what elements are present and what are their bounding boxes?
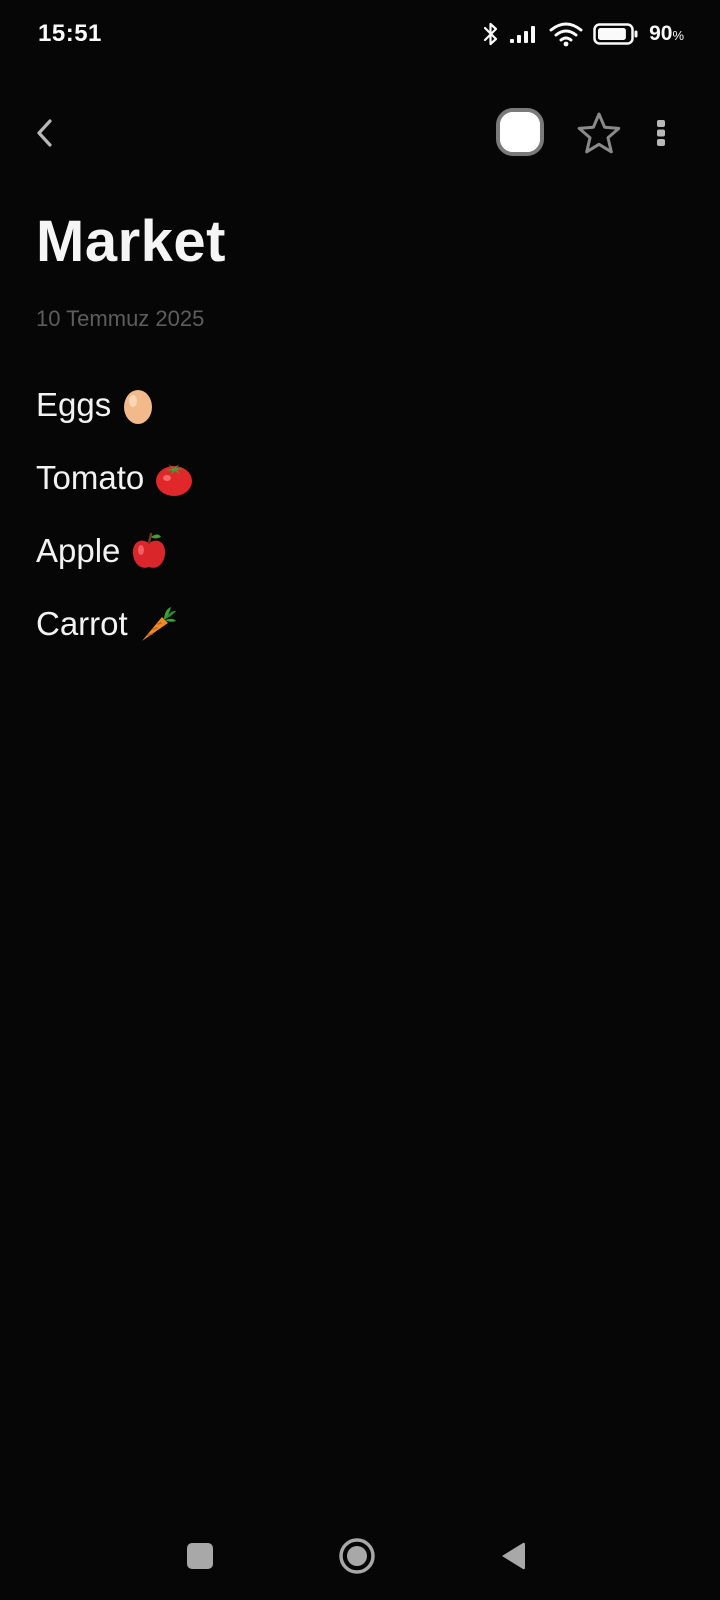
star-outline-icon bbox=[577, 112, 621, 154]
battery-icon bbox=[593, 22, 639, 46]
note-line-text: Carrot bbox=[36, 604, 128, 642]
note-title[interactable]: Market bbox=[36, 208, 226, 275]
note-body[interactable]: Eggs Tomato Apple Carrot bbox=[36, 368, 686, 660]
status-icons: 90% bbox=[483, 21, 684, 47]
status-bar: 15:51 90% bbox=[0, 0, 720, 68]
note-line-text: Eggs bbox=[36, 385, 112, 423]
status-time: 15:51 bbox=[38, 20, 102, 47]
back-button[interactable] bbox=[22, 110, 68, 156]
more-options-button[interactable] bbox=[646, 110, 676, 156]
recents-button[interactable] bbox=[172, 1528, 228, 1584]
note-screen: 15:51 90% Market 10 Temmuz 2025 Eggs Tom… bbox=[0, 0, 720, 1600]
note-line-text: Tomato bbox=[36, 458, 145, 496]
note-toolbar bbox=[0, 100, 720, 166]
chevron-left-icon bbox=[37, 119, 52, 147]
tomato-icon bbox=[154, 459, 194, 497]
note-color-swatch bbox=[500, 112, 540, 152]
note-color-button[interactable] bbox=[496, 108, 544, 156]
note-line[interactable]: Eggs bbox=[36, 368, 686, 441]
bluetooth-icon bbox=[483, 21, 499, 47]
triangle-back-icon bbox=[502, 1542, 525, 1570]
note-line[interactable]: Apple bbox=[36, 514, 686, 587]
square-icon bbox=[187, 1543, 213, 1569]
apple-icon bbox=[130, 531, 168, 571]
note-line-text: Apple bbox=[36, 531, 121, 569]
circle-icon bbox=[339, 1538, 375, 1574]
note-line[interactable]: Tomato bbox=[36, 441, 686, 514]
more-vertical-icon bbox=[657, 120, 665, 146]
carrot-icon bbox=[138, 604, 178, 644]
wifi-icon bbox=[549, 21, 583, 47]
nav-back-button[interactable] bbox=[484, 1528, 540, 1584]
note-line[interactable]: Carrot bbox=[36, 587, 686, 660]
navigation-bar bbox=[0, 1510, 720, 1600]
favorite-button[interactable] bbox=[574, 108, 624, 158]
egg-icon bbox=[121, 385, 155, 425]
signal-icon bbox=[509, 24, 539, 44]
home-button[interactable] bbox=[329, 1528, 385, 1584]
battery-percentage: 90% bbox=[649, 22, 684, 45]
note-date: 10 Temmuz 2025 bbox=[36, 306, 205, 331]
